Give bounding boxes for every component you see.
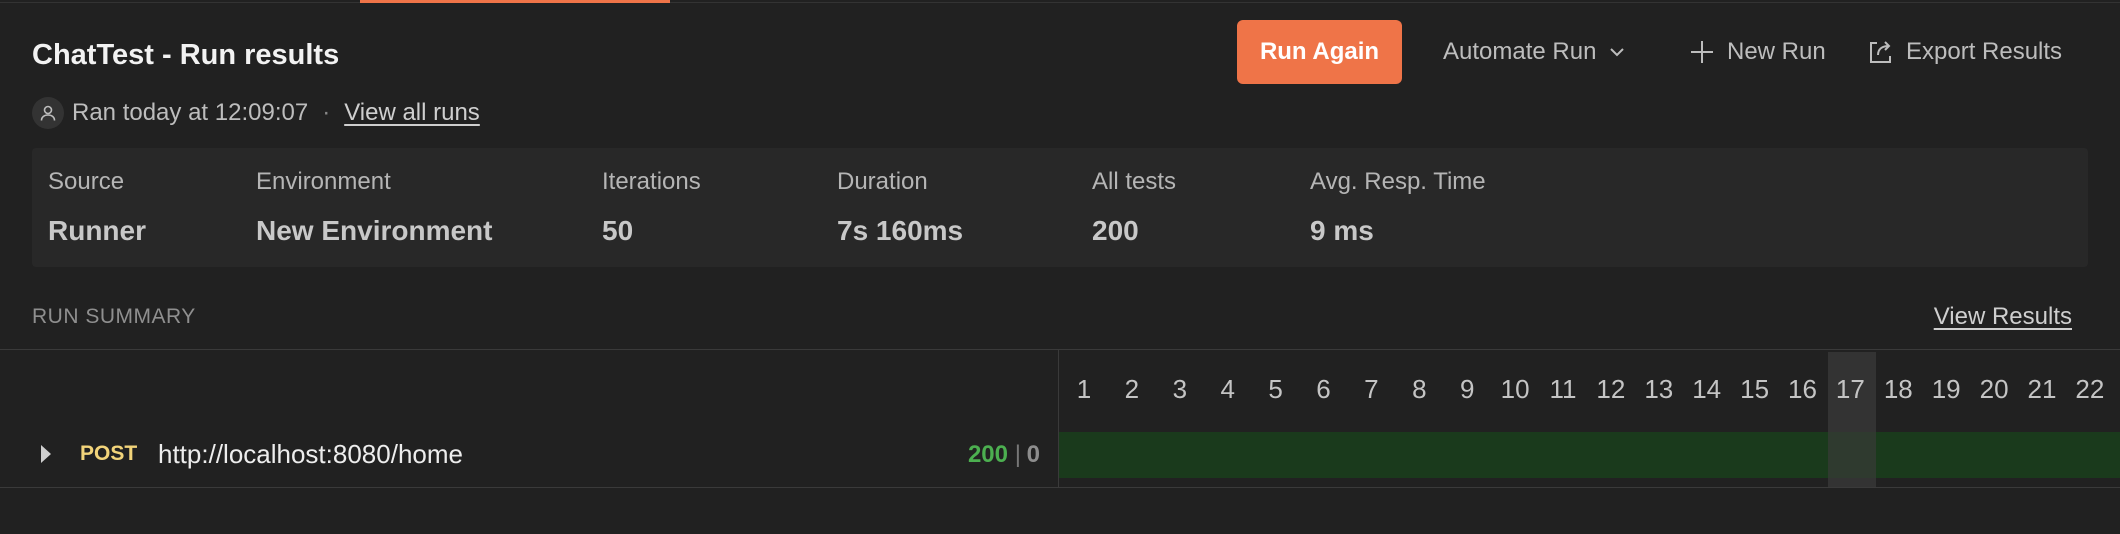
top-divider [0,2,2120,3]
iteration-number[interactable]: 10 [1491,374,1539,405]
iteration-number[interactable]: 14 [1683,374,1731,405]
iteration-number[interactable]: 8 [1395,374,1443,405]
iteration-number[interactable]: 22 [2066,374,2114,405]
stat-iterations: Iterations 50 [602,168,701,247]
iteration-number[interactable]: 17 [1826,374,1874,405]
meta-separator: · [322,99,331,126]
column-divider [1058,350,1059,488]
run-meta: Ran today at 12:09:07 · View all runs [32,97,480,129]
plus-icon [1689,39,1715,65]
iteration-number[interactable]: 13 [1635,374,1683,405]
iteration-number[interactable]: 15 [1731,374,1779,405]
iteration-number[interactable]: 9 [1443,374,1491,405]
request-url: http://localhost:8080/home [158,439,463,469]
iteration-number[interactable]: 6 [1300,374,1348,405]
passed-count: 200 [967,441,1008,468]
page-title: ChatTest - Run results [32,39,340,71]
iteration-number[interactable]: 2 [1108,374,1156,405]
stat-avg-resp-time: Avg. Resp. Time 9 ms [1310,168,1486,247]
run-again-button[interactable]: Run Again [1237,20,1402,84]
automate-run-dropdown[interactable]: Automate Run [1443,20,1626,84]
stat-label: Source [48,168,125,195]
active-tab-indicator [360,0,670,3]
iteration-number[interactable]: 16 [1779,374,1827,405]
stat-label: All tests [1092,168,1177,195]
stat-duration: Duration 7s 160ms [837,168,963,247]
stat-label: Iterations [602,168,701,195]
export-results-label: Export Results [1906,38,2063,65]
export-results-button[interactable]: Export Results [1866,20,2062,84]
summary-divider [0,349,2120,350]
iteration-results-bar [1059,432,2120,478]
view-all-runs-link[interactable]: View all runs [344,99,480,127]
run-stats-panel: Source Runner Environment New Environmen… [32,148,2088,267]
stat-source: Source Runner [48,168,146,247]
run-summary-heading: RUN SUMMARY [32,305,196,328]
iteration-number[interactable]: 1 [1060,374,1108,405]
request-row[interactable]: POST http://localhost:8080/home 200 | 0 [0,432,1058,478]
iteration-number[interactable]: 7 [1347,374,1395,405]
stat-environment: Environment New Environment [256,168,492,247]
request-method: POST [80,442,138,465]
iteration-number[interactable]: 4 [1204,374,1252,405]
view-results-link[interactable]: View Results [1934,303,2072,331]
ran-timestamp: Ran today at 12:09:07 [72,99,309,126]
stat-value: 9 ms [1310,215,1374,246]
iteration-number[interactable]: 18 [1874,374,1922,405]
failed-count: 0 [1026,441,1040,468]
run-results-page: ChatTest - Run results Ran today at 12:0… [0,0,2120,534]
iteration-number[interactable]: 19 [1922,374,1970,405]
stat-label: Environment [256,168,391,195]
iteration-number[interactable]: 3 [1156,374,1204,405]
stat-value: New Environment [256,215,493,246]
chevron-down-icon [1608,43,1626,61]
automate-run-label: Automate Run [1443,38,1597,65]
stat-value: 200 [1092,215,1139,246]
iteration-number[interactable]: 12 [1587,374,1635,405]
stat-value: 7s 160ms [837,215,964,246]
new-run-button[interactable]: New Run [1689,20,1826,84]
export-icon [1866,38,1894,66]
stat-label: Avg. Resp. Time [1310,168,1486,195]
count-divider: | [1014,441,1021,468]
expand-caret-icon[interactable] [41,445,51,463]
iteration-number[interactable]: 5 [1252,374,1300,405]
new-run-label: New Run [1727,38,1826,65]
stat-value: Runner [48,215,146,246]
iteration-number[interactable]: 20 [1970,374,2018,405]
iteration-number[interactable]: 21 [2018,374,2066,405]
iteration-number[interactable]: 11 [1539,374,1587,405]
stat-all-tests: All tests 200 [1092,168,1176,247]
selected-iteration-result [1828,432,1876,478]
user-icon [32,97,64,129]
stat-value: 50 [602,215,634,246]
stat-label: Duration [837,168,928,195]
row-divider [0,487,2120,488]
